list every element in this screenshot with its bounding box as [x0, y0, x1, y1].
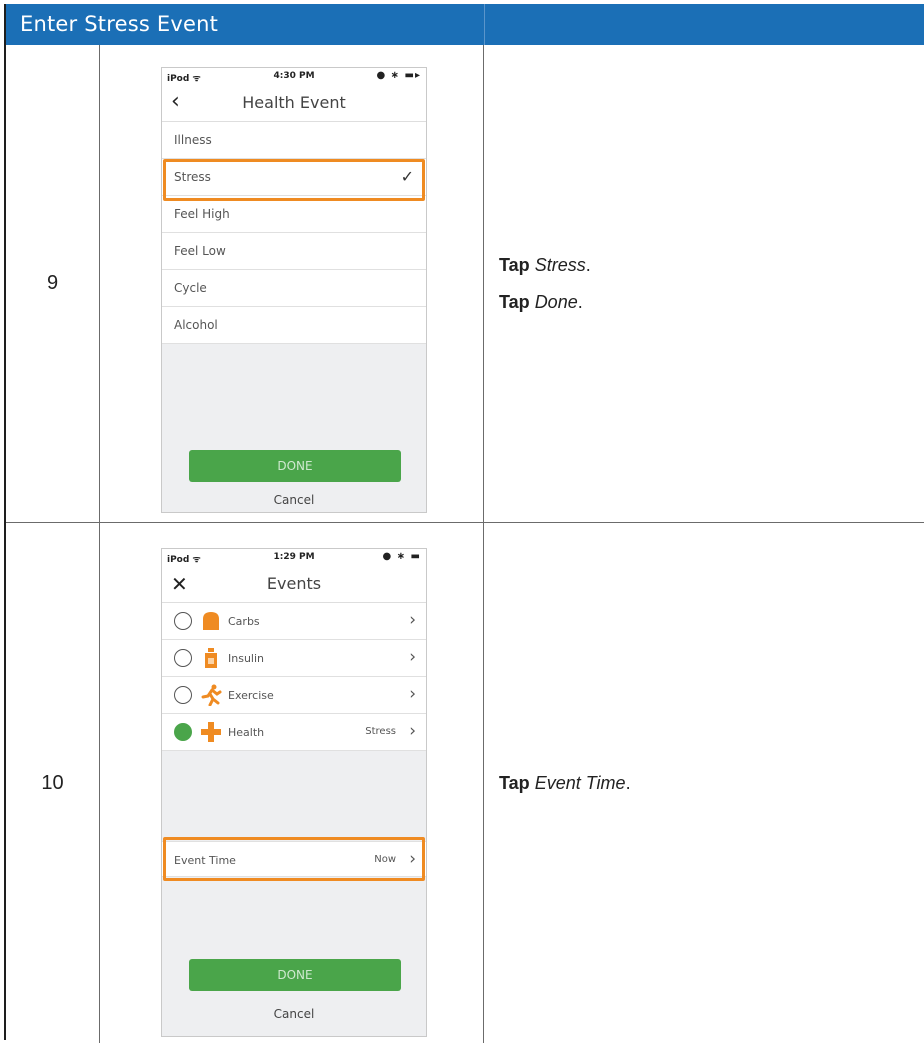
battery-icon: ● ∗ ▬▸: [376, 70, 421, 81]
step-screenshot-cell: iPod ᯤ 4:30 PM ● ∗ ▬▸ ‹ Health Event Ill…: [100, 45, 484, 522]
list-item-label: Illness: [174, 133, 212, 147]
section-header: Enter Stress Event: [6, 4, 924, 45]
phone-screen-health-event: iPod ᯤ 4:30 PM ● ∗ ▬▸ ‹ Health Event Ill…: [161, 67, 427, 513]
event-item-health[interactable]: Health Stress ›: [162, 714, 426, 751]
section-title: Enter Stress Event: [20, 12, 219, 36]
document-page: Enter Stress Event 9 iPod ᯤ 4:30 PM ● ∗ …: [4, 4, 924, 1043]
cancel-button[interactable]: Cancel: [162, 1007, 426, 1021]
step-screenshot-cell: iPod ᯤ 1:29 PM ● ∗ ▬ ✕ Events Carbs › In…: [100, 523, 484, 1043]
list-item-alcohol[interactable]: Alcohol: [162, 307, 426, 344]
carbs-icon: [203, 612, 219, 630]
list-item-label: Cycle: [174, 281, 207, 295]
chevron-right-icon: ›: [409, 684, 416, 704]
list-item-feel-high[interactable]: Feel High: [162, 196, 426, 233]
nav-title: Events: [266, 574, 322, 593]
done-button[interactable]: DONE: [189, 450, 401, 482]
exercise-icon: [201, 684, 222, 706]
step-instructions: Tap Event Time.: [485, 523, 924, 1043]
event-label: Exercise: [228, 689, 274, 702]
instruction-target: Done: [534, 291, 578, 312]
header-divider: [484, 4, 485, 45]
done-button[interactable]: DONE: [189, 959, 401, 991]
health-icon: [201, 722, 221, 742]
event-value: Stress: [365, 726, 396, 737]
instruction-verb: Tap: [499, 254, 530, 275]
nav-bar: ‹ Health Event: [162, 84, 426, 122]
list-item-illness[interactable]: Illness: [162, 122, 426, 159]
event-label: Health: [228, 726, 265, 739]
radio-button[interactable]: [174, 686, 192, 704]
event-label: Carbs: [228, 615, 260, 628]
instruction-verb: Tap: [499, 291, 530, 312]
highlight-box: [163, 837, 425, 881]
list-item-feel-low[interactable]: Feel Low: [162, 233, 426, 270]
instruction-line: Tap Stress.: [499, 254, 591, 275]
list-item-label: Alcohol: [174, 318, 218, 332]
instruction-target: Event Time: [534, 772, 626, 793]
step-number: 10: [6, 523, 100, 1043]
step-row: 9 iPod ᯤ 4:30 PM ● ∗ ▬▸ ‹ Health Event I…: [6, 45, 924, 523]
radio-button-selected[interactable]: [174, 723, 192, 741]
list-item-label: Feel High: [174, 207, 230, 221]
chevron-right-icon: ›: [409, 721, 416, 741]
phone-screen-events: iPod ᯤ 1:29 PM ● ∗ ▬ ✕ Events Carbs › In…: [161, 548, 427, 1037]
event-item-insulin[interactable]: Insulin ›: [162, 640, 426, 677]
event-item-carbs[interactable]: Carbs ›: [162, 603, 426, 640]
instruction-verb: Tap: [499, 772, 530, 793]
list-item-label: Feel Low: [174, 244, 226, 258]
step-instructions: Tap Stress. Tap Done.: [485, 45, 924, 522]
battery-icon: ● ∗ ▬: [382, 551, 421, 562]
instruction-line: Tap Event Time.: [499, 772, 631, 793]
radio-button[interactable]: [174, 649, 192, 667]
event-label: Insulin: [228, 652, 265, 665]
step-number: 9: [6, 45, 100, 522]
chevron-right-icon: ›: [409, 610, 416, 630]
nav-bar: ✕ Events: [162, 565, 426, 603]
instruction-line: Tap Done.: [499, 291, 583, 312]
chevron-right-icon: ›: [409, 647, 416, 667]
status-bar: iPod ᯤ 4:30 PM ● ∗ ▬▸: [162, 68, 426, 84]
status-bar: iPod ᯤ 1:29 PM ● ∗ ▬: [162, 549, 426, 565]
instruction-target: Stress: [534, 254, 586, 275]
highlight-box: [163, 159, 425, 201]
event-item-exercise[interactable]: Exercise ›: [162, 677, 426, 714]
insulin-icon: [205, 648, 217, 668]
step-row: 10 iPod ᯤ 1:29 PM ● ∗ ▬ ✕ Events Carbs ›: [6, 523, 924, 1043]
radio-button[interactable]: [174, 612, 192, 630]
nav-title: Health Event: [242, 93, 346, 112]
cancel-button[interactable]: Cancel: [162, 493, 426, 507]
list-item-cycle[interactable]: Cycle: [162, 270, 426, 307]
